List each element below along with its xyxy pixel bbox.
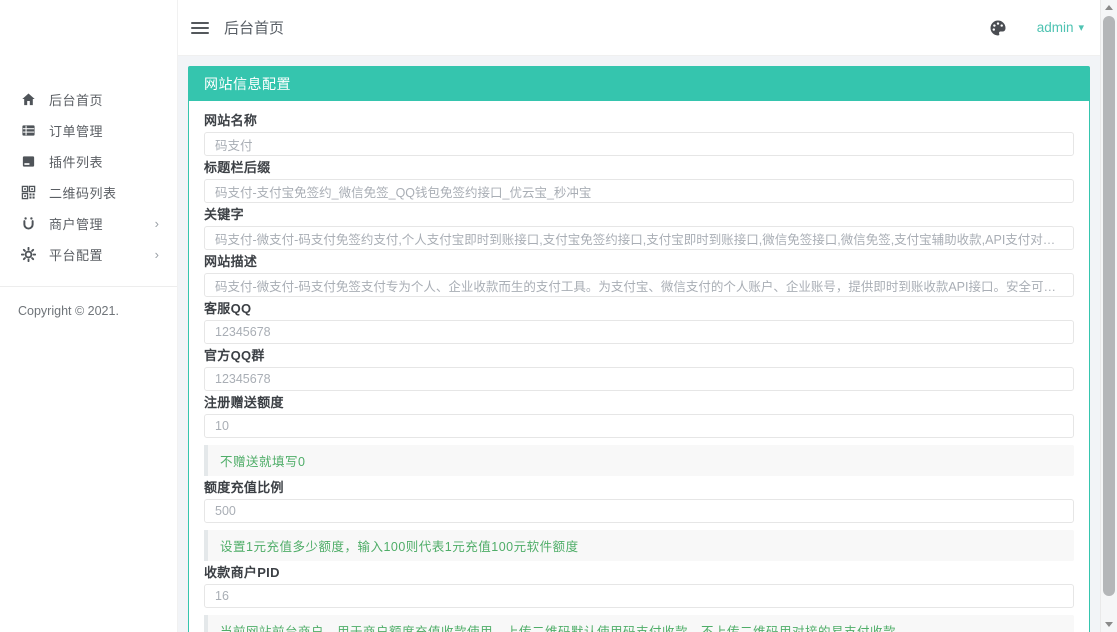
form-field-recharge-ratio: 额度充值比例 设置1元充值多少额度，输入100则代表1元充值100元软件额度 xyxy=(204,480,1074,561)
palette-icon[interactable] xyxy=(989,19,1007,37)
form-field-site-name: 网站名称 xyxy=(204,113,1074,156)
site-config-form: 网站名称 标题栏后缀 关键字 网站描述 xyxy=(189,101,1089,632)
topbar-right: admin ▾ xyxy=(989,19,1084,37)
field-hint: 设置1元充值多少额度，输入100则代表1元充值100元软件额度 xyxy=(204,530,1074,561)
register-bonus-input[interactable] xyxy=(204,414,1074,438)
scrollbar-thumb[interactable] xyxy=(1103,16,1115,596)
sidebar: 后台首页 订单管理 插件列表 二维码列表 xyxy=(0,0,178,632)
field-hint: 当前网站前台商户，用于商户额度充值收款使用，上传二维码默认使用码支付收款，不上传… xyxy=(204,615,1074,632)
sidebar-item-dashboard[interactable]: 后台首页 xyxy=(0,84,177,114)
sidebar-item-qrcodes[interactable]: 二维码列表 xyxy=(0,177,177,207)
qrcode-icon xyxy=(20,184,36,200)
hamburger-icon[interactable] xyxy=(191,22,209,34)
form-field-official-qq-group: 官方QQ群 xyxy=(204,348,1074,391)
form-field-description: 网站描述 xyxy=(204,254,1074,297)
username: admin xyxy=(1037,20,1074,35)
sidebar-nav: 后台首页 订单管理 插件列表 二维码列表 xyxy=(0,0,177,270)
sidebar-item-merchants[interactable]: 商户管理 › xyxy=(0,208,177,238)
sidebar-item-orders[interactable]: 订单管理 xyxy=(0,115,177,145)
page-title: 后台首页 xyxy=(224,17,284,38)
field-label: 网站名称 xyxy=(204,113,1074,128)
field-label: 额度充值比例 xyxy=(204,480,1074,495)
plugins-icon xyxy=(20,153,36,169)
field-label: 注册赠送额度 xyxy=(204,395,1074,410)
keywords-input[interactable] xyxy=(204,226,1074,250)
sidebar-item-label: 二维码列表 xyxy=(49,183,117,202)
copyright-text: Copyright © 2021. xyxy=(0,287,177,335)
field-label: 官方QQ群 xyxy=(204,348,1074,363)
sidebar-item-label: 平台配置 xyxy=(49,245,103,264)
user-dropdown[interactable]: admin ▾ xyxy=(1037,20,1084,35)
sidebar-item-label: 订单管理 xyxy=(49,121,103,140)
form-field-title-suffix: 标题栏后缀 xyxy=(204,160,1074,203)
orders-icon xyxy=(20,122,36,138)
card-title: 网站信息配置 xyxy=(189,67,1089,101)
chevron-right-icon: › xyxy=(155,217,159,230)
field-label: 关键字 xyxy=(204,207,1074,222)
sidebar-item-label: 商户管理 xyxy=(49,214,103,233)
vertical-scrollbar[interactable] xyxy=(1100,0,1117,632)
field-label: 标题栏后缀 xyxy=(204,160,1074,175)
main-column: 后台首页 admin ▾ 网站信息配置 网站名称 xyxy=(178,0,1100,632)
merchants-icon xyxy=(20,215,36,231)
form-field-keywords: 关键字 xyxy=(204,207,1074,250)
merchant-pid-input[interactable] xyxy=(204,584,1074,608)
form-field-register-bonus: 注册赠送额度 不赠送就填写0 xyxy=(204,395,1074,476)
form-field-service-qq: 客服QQ xyxy=(204,301,1074,344)
field-label: 收款商户PID xyxy=(204,565,1074,580)
topbar: 后台首页 admin ▾ xyxy=(178,0,1100,56)
field-hint: 不赠送就填写0 xyxy=(204,445,1074,476)
home-icon xyxy=(20,91,36,107)
app-window: 后台首页 订单管理 插件列表 二维码列表 xyxy=(0,0,1100,632)
settings-icon xyxy=(20,246,36,262)
sidebar-item-plugins[interactable]: 插件列表 xyxy=(0,146,177,176)
sidebar-item-label: 插件列表 xyxy=(49,152,103,171)
description-input[interactable] xyxy=(204,273,1074,297)
sidebar-item-platform-config[interactable]: 平台配置 › xyxy=(0,239,177,269)
site-config-card: 网站信息配置 网站名称 标题栏后缀 关键字 网 xyxy=(188,66,1090,632)
title-suffix-input[interactable] xyxy=(204,179,1074,203)
sidebar-item-label: 后台首页 xyxy=(49,90,103,109)
official-qq-group-input[interactable] xyxy=(204,367,1074,391)
service-qq-input[interactable] xyxy=(204,320,1074,344)
scroll-down-arrow[interactable] xyxy=(1101,617,1117,632)
field-label: 客服QQ xyxy=(204,301,1074,316)
chevron-right-icon: › xyxy=(155,248,159,261)
field-label: 网站描述 xyxy=(204,254,1074,269)
caret-down-icon: ▾ xyxy=(1078,21,1084,34)
form-field-merchant-pid: 收款商户PID 当前网站前台商户，用于商户额度充值收款使用，上传二维码默认使用码… xyxy=(204,565,1074,632)
scroll-up-arrow[interactable] xyxy=(1101,0,1117,15)
recharge-ratio-input[interactable] xyxy=(204,499,1074,523)
content-area: 网站信息配置 网站名称 标题栏后缀 关键字 网 xyxy=(178,56,1100,632)
site-name-input[interactable] xyxy=(204,132,1074,156)
